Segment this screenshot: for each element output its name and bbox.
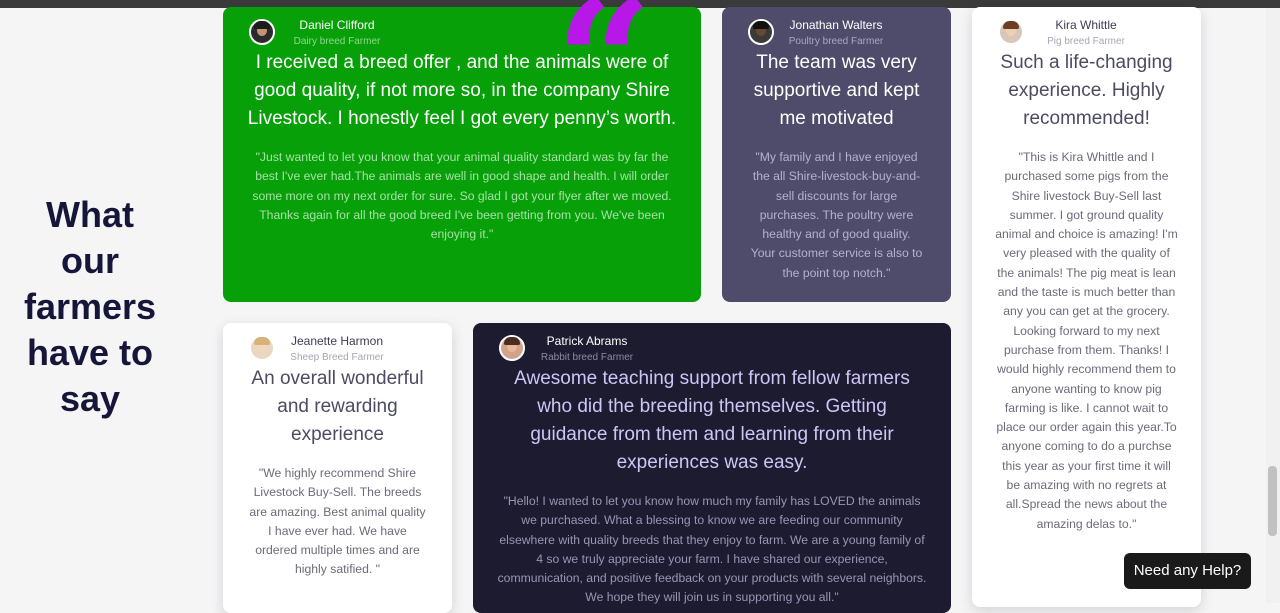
author-name: Daniel Clifford xyxy=(299,18,375,32)
author-role: Sheep Breed Farmer xyxy=(290,352,384,363)
author-name: Kira Whittle xyxy=(1055,18,1117,32)
testimonial-body: "We highly recommend Shire Livestock Buy… xyxy=(249,466,426,577)
testimonial-card-kira: Kira Whittle Pig breed Farmer Such a lif… xyxy=(972,7,1201,607)
heading-line: What xyxy=(46,194,134,235)
testimonial-body: "This is Kira Whittle and I purchased so… xyxy=(995,150,1178,531)
testimonial-card-jeanette: Jeanette Harmon Sheep Breed Farmer An ov… xyxy=(223,323,452,613)
testimonial-headline: An overall wonderful and rewarding exper… xyxy=(251,368,424,445)
heading-line: farmers xyxy=(23,286,157,327)
testimonial-author: Jeanette Harmon Sheep Breed Farmer xyxy=(223,323,452,363)
author-name: Patrick Abrams xyxy=(546,334,628,348)
testimonial-headline: Such a life-changing experience. Highly … xyxy=(1000,52,1173,129)
testimonial-author: Jonathan Walters Poultry breed Farmer xyxy=(722,7,951,47)
heading-line: have to xyxy=(26,332,154,373)
testimonial-headline: Awesome teaching support from fellow far… xyxy=(514,368,910,473)
testimonial-body: "My family and I have enjoyed the all Sh… xyxy=(750,150,923,280)
author-role: Rabbit breed Farmer xyxy=(540,352,634,363)
author-role: Pig breed Farmer xyxy=(1047,36,1125,47)
author-role: Dairy breed Farmer xyxy=(293,36,381,47)
heading-line: our xyxy=(61,240,119,281)
author-name: Jeanette Harmon xyxy=(290,334,384,348)
testimonial-card-patrick: Patrick Abrams Rabbit breed Farmer Aweso… xyxy=(473,323,951,613)
testimonial-headline: The team was very supportive and kept me… xyxy=(753,52,920,129)
quote-mark-icon: “ xyxy=(555,0,653,163)
testimonial-author: Patrick Abrams Rabbit breed Farmer xyxy=(473,323,951,363)
testimonial-body: "Hello! I wanted to let you know how muc… xyxy=(497,494,927,605)
author-name: Jonathan Walters xyxy=(789,18,883,32)
author-role: Poultry breed Farmer xyxy=(788,36,884,47)
heading-line: say xyxy=(59,378,121,419)
scrollbar-thumb[interactable] xyxy=(1268,466,1277,536)
section-heading: What our farmers have to say xyxy=(0,192,180,422)
help-button[interactable]: Need any Help? xyxy=(1124,553,1251,589)
testimonial-author: Kira Whittle Pig breed Farmer xyxy=(972,7,1201,47)
testimonial-card-jonathan: Jonathan Walters Poultry breed Farmer Th… xyxy=(722,7,951,302)
